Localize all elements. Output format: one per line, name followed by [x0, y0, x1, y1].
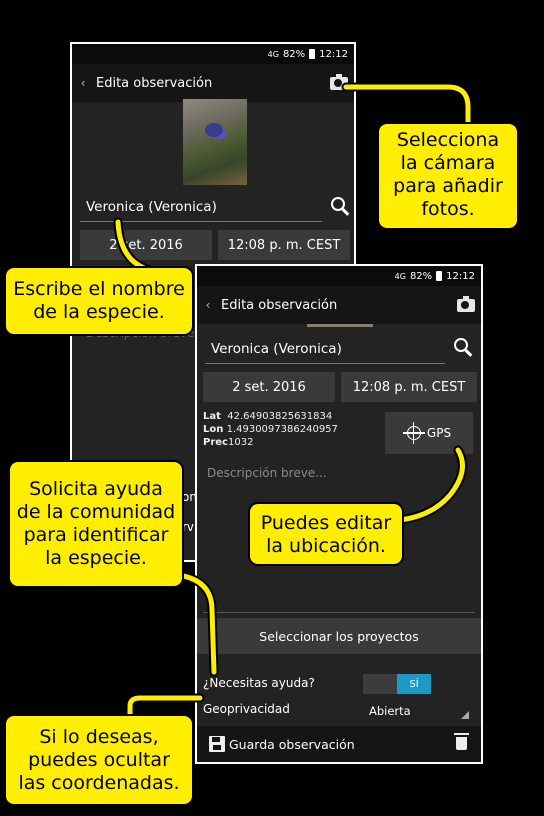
callout-line: para identificar — [23, 524, 169, 546]
back-button[interactable]: ‹ — [72, 76, 94, 90]
camera-icon — [330, 73, 348, 90]
clock: 12:12 — [319, 48, 348, 60]
app-bar: ‹ Edita observación — [72, 64, 354, 102]
network-indicator: 4G — [267, 49, 279, 59]
species-input[interactable]: Veronica (Veronica) — [205, 334, 445, 364]
select-projects-button[interactable]: Seleccionar los proyectos — [197, 618, 481, 654]
search-icon[interactable] — [454, 338, 468, 352]
observation-photo[interactable] — [183, 99, 247, 185]
lat-label: Lat — [203, 411, 221, 422]
callout-line: de la especie. — [33, 301, 165, 323]
clock: 12:12 — [446, 270, 475, 282]
callout-line: Si lo deseas, — [39, 726, 159, 748]
lon-label: Lon — [203, 424, 224, 435]
screen-title: Edita observación — [96, 75, 213, 91]
battery-level: 82% — [409, 270, 433, 282]
callout-line: fotos. — [421, 198, 475, 220]
help-toggle[interactable]: SÍ — [363, 674, 431, 694]
time-button[interactable]: 12:08 p. m. CEST — [341, 372, 477, 402]
time-button[interactable]: 12:08 p. m. CEST — [218, 230, 350, 260]
status-bar: 4G 82% 12:12 — [72, 44, 354, 64]
callout-species: Escribe el nombre de la especie. — [4, 266, 194, 336]
battery-icon — [309, 49, 316, 59]
time-value: 12:08 p. m. CEST — [227, 237, 341, 253]
description-underline — [203, 612, 475, 613]
date-button[interactable]: 2 set. 2016 — [203, 372, 335, 402]
help-label: ¿Necesitas ayuda? — [203, 676, 315, 690]
callout-line: Solicita ayuda — [29, 478, 163, 500]
battery-icon — [436, 271, 443, 281]
geoprivacy-label: Geoprivacidad — [203, 702, 290, 716]
crosshair-icon — [402, 422, 425, 444]
callout-camera: Selecciona la cámara para añadir fotos. — [377, 122, 519, 230]
app-bar: ‹ Edita observación — [197, 286, 481, 324]
species-value: Veronica (Veronica) — [211, 340, 342, 357]
flower-image — [205, 123, 223, 137]
callout-line: Puedes editar — [260, 512, 392, 534]
help-toggle-on: SÍ — [397, 674, 431, 694]
gps-button[interactable]: GPS — [385, 412, 473, 454]
geoprivacy-value: Abierta — [369, 704, 411, 718]
photo-strip — [307, 324, 373, 327]
date-button[interactable]: 2 set. 2016 — [80, 230, 212, 260]
battery-level: 82% — [282, 48, 306, 60]
network-indicator: 4G — [394, 271, 406, 281]
species-value: Veronica (Veronica) — [86, 198, 217, 215]
callout-line: las coordenadas. — [18, 772, 180, 794]
date-value: 2 set. 2016 — [232, 379, 306, 395]
bottom-bar: Guarda observación — [197, 726, 481, 762]
callout-line: la cámara — [400, 152, 496, 174]
prec-label: Prec — [203, 437, 228, 448]
back-button[interactable]: ‹ — [197, 298, 219, 312]
select-projects-label: Seleccionar los proyectos — [259, 628, 419, 644]
geoprivacy-select[interactable]: Abierta — [363, 700, 471, 722]
callout-line: Escribe el nombre — [13, 278, 185, 300]
prec-value: 1032 — [227, 437, 254, 448]
search-icon[interactable] — [331, 197, 345, 211]
species-input[interactable]: Veronica (Veronica) — [80, 192, 322, 222]
time-value: 12:08 p. m. CEST — [352, 379, 466, 395]
status-bar: 4G 82% 12:12 — [197, 266, 481, 286]
gps-label: GPS — [426, 426, 452, 440]
callout-location: Puedes editar la ubicación. — [248, 502, 404, 566]
description-field[interactable]: Descripción breve... — [207, 466, 327, 480]
callout-line: la especie. — [45, 547, 147, 569]
trash-icon[interactable] — [454, 733, 469, 750]
screen-title: Edita observación — [221, 297, 338, 313]
callout-privacy: Si lo deseas, puedes ocultar las coorden… — [4, 714, 194, 806]
save-icon[interactable] — [209, 736, 225, 752]
callout-line: la ubicación. — [266, 535, 386, 557]
callout-community: Solicita ayuda de la comunidad para iden… — [8, 460, 184, 588]
save-button[interactable]: Guarda observación — [229, 737, 355, 752]
camera-icon — [457, 295, 475, 312]
camera-button[interactable] — [324, 73, 354, 90]
callout-line: Selecciona — [396, 129, 500, 151]
camera-button[interactable] — [451, 295, 481, 312]
callout-line: para añadir — [393, 175, 503, 197]
date-value: 2 set. 2016 — [109, 237, 183, 253]
coordinates: Lat 42.64903825631834 Lon 1.493009738624… — [203, 410, 338, 449]
callout-line: puedes ocultar — [28, 749, 170, 771]
lon-value: 1.4930097386240957 — [226, 424, 338, 435]
lat-value: 42.64903825631834 — [227, 411, 333, 422]
callout-line: de la comunidad — [16, 501, 176, 523]
